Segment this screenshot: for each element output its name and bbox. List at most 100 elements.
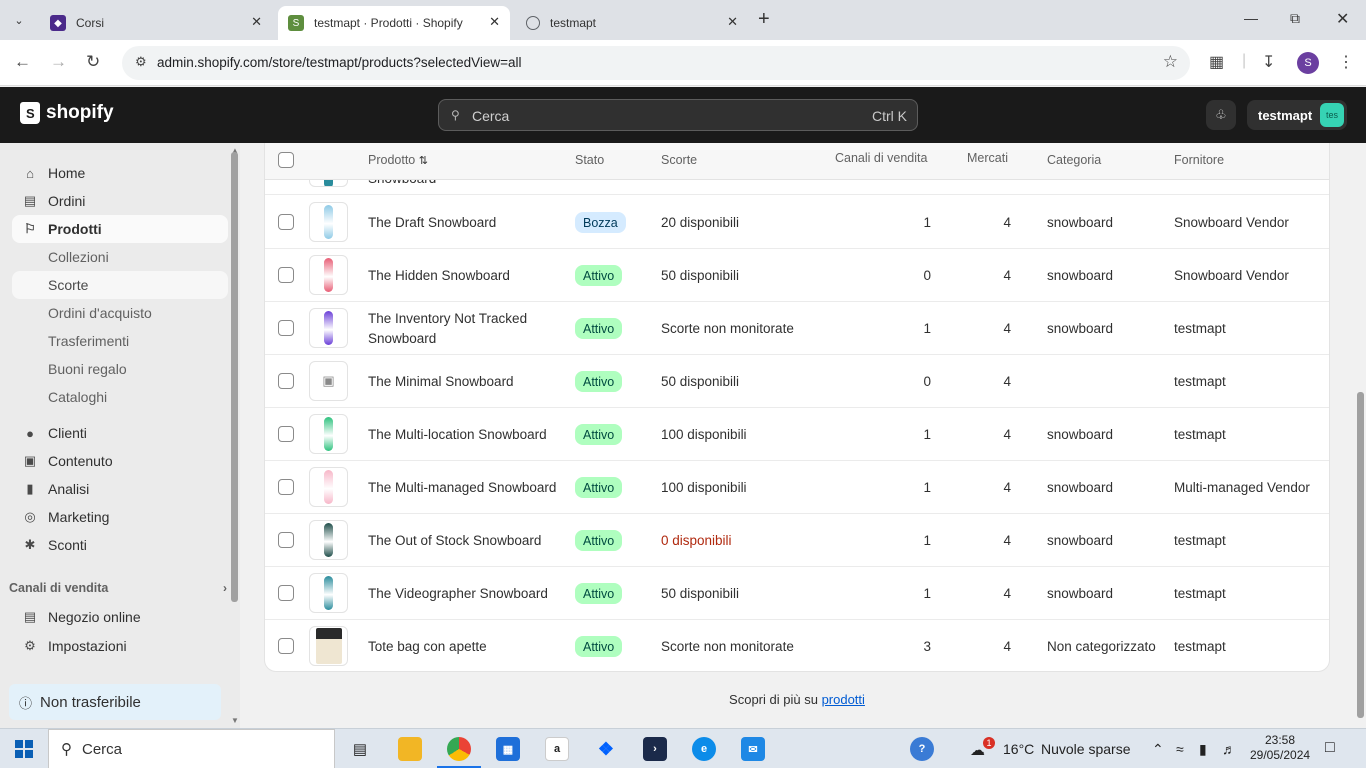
new-tab-icon[interactable]: +: [758, 9, 770, 29]
sidebar-item-transfers[interactable]: Trasferimenti: [12, 327, 228, 355]
sidebar-item-analytics[interactable]: ▮ Analisi: [12, 475, 228, 503]
product-thumbnail[interactable]: [309, 308, 348, 348]
row-checkbox[interactable]: [278, 638, 294, 654]
weather-description[interactable]: Nuvole sparse: [1041, 741, 1131, 757]
table-row[interactable]: The Draft Snowboard Bozza 20 disponibili 1 4…: [265, 196, 1329, 249]
notifications-bell-icon[interactable]: ♧: [1206, 100, 1236, 130]
sidebar-item-content[interactable]: ▣ Contenuto: [12, 447, 228, 475]
product-name[interactable]: The Minimal Snowboard: [368, 355, 558, 408]
battery-icon[interactable]: ▮: [1199, 741, 1207, 758]
shopify-logo[interactable]: shopify: [20, 102, 114, 124]
table-row[interactable]: ▣ The Minimal Snowboard Attivo 50 disponibi…: [265, 355, 1329, 408]
profile-avatar[interactable]: S: [1297, 52, 1319, 74]
column-header-status[interactable]: Stato: [575, 153, 604, 167]
product-name[interactable]: Tote bag con apette: [368, 620, 558, 671]
sidebar-item-customers[interactable]: ● Clienti: [12, 419, 228, 447]
task-view-icon[interactable]: ▤: [348, 737, 372, 761]
wifi-icon[interactable]: ≈: [1176, 741, 1184, 757]
product-thumbnail[interactable]: [309, 255, 348, 295]
product-thumbnail[interactable]: ▣: [309, 361, 348, 401]
window-close-icon[interactable]: ✕: [1336, 9, 1349, 29]
column-header-category[interactable]: Categoria: [1047, 153, 1101, 167]
product-name[interactable]: The Draft Snowboard: [368, 196, 558, 249]
close-icon[interactable]: ✕: [489, 14, 500, 30]
address-bar[interactable]: ⚙ admin.shopify.com/store/testmapt/produ…: [122, 46, 1190, 80]
sidebar-scrollbar[interactable]: [231, 152, 238, 602]
product-thumbnail[interactable]: [309, 573, 348, 613]
table-row[interactable]: The Multi-location Snowboard Attivo 100 di…: [265, 408, 1329, 461]
row-checkbox[interactable]: [278, 585, 294, 601]
select-all-checkbox[interactable]: [278, 152, 294, 168]
sidebar-item-inventory[interactable]: Scorte: [12, 271, 228, 299]
url-text[interactable]: admin.shopify.com/store/testmapt/product…: [157, 55, 522, 70]
products-help-link[interactable]: prodotti: [822, 692, 865, 707]
chrome-menu-icon[interactable]: ⋮: [1338, 52, 1354, 72]
sidebar-item-discounts[interactable]: ✱ Sconti: [12, 531, 228, 559]
bookmark-star-icon[interactable]: ☆: [1163, 52, 1178, 72]
sidebar-item-gift-cards[interactable]: Buoni regalo: [12, 355, 228, 383]
column-header-product[interactable]: Prodotto ⇅: [368, 153, 428, 167]
system-clock[interactable]: 23:58 29/05/2024: [1250, 733, 1310, 763]
product-name[interactable]: The Inventory Not Tracked Snowboard: [368, 302, 558, 355]
restore-icon[interactable]: ⧉: [1290, 10, 1300, 27]
table-row[interactable]: Tote bag con apette Attivo Scorte non moni…: [265, 620, 1329, 671]
sidebar-item-marketing[interactable]: ◎ Marketing: [12, 503, 228, 531]
amazon-icon[interactable]: a: [545, 737, 569, 761]
tab-corsi[interactable]: ◆ Corsi ✕: [40, 6, 272, 40]
windows-start-icon[interactable]: [15, 740, 33, 758]
extensions-icon[interactable]: ▦: [1209, 52, 1224, 72]
page-scrollbar[interactable]: [1357, 392, 1364, 718]
file-explorer-icon[interactable]: [398, 737, 422, 761]
product-name[interactable]: The Multi-location Snowboard: [368, 408, 558, 461]
back-arrow-icon[interactable]: ←: [14, 52, 31, 72]
row-checkbox[interactable]: [278, 532, 294, 548]
notifications-icon[interactable]: □: [1325, 739, 1335, 757]
row-checkbox[interactable]: [278, 426, 294, 442]
sidebar-item-catalogs[interactable]: Cataloghi: [12, 383, 228, 411]
product-name[interactable]: The Videographer Snowboard: [368, 567, 558, 620]
product-thumbnail[interactable]: [309, 202, 348, 242]
terminal-app-icon[interactable]: ›: [643, 737, 667, 761]
chrome-icon[interactable]: [447, 737, 471, 761]
search-input[interactable]: ⚲ Cerca Ctrl K: [438, 99, 918, 131]
product-thumbnail[interactable]: [309, 414, 348, 454]
product-name[interactable]: The Multi-managed Snowboard: [368, 461, 558, 514]
row-checkbox[interactable]: [278, 479, 294, 495]
tab-search-chevron-icon[interactable]: ⌄: [8, 9, 30, 31]
tab-testmapt[interactable]: testmapt ✕: [516, 6, 748, 40]
tab-shopify-products[interactable]: S testmapt · Prodotti · Shopify ✕: [278, 6, 510, 40]
column-header-inventory[interactable]: Scorte: [661, 153, 697, 167]
product-thumbnail[interactable]: [309, 520, 348, 560]
column-header-channels[interactable]: Canali di vendita: [835, 151, 927, 165]
product-thumbnail[interactable]: [309, 467, 348, 507]
sidebar-item-settings[interactable]: ⚙ Impostazioni: [12, 632, 228, 660]
sidebar-item-products[interactable]: ⚐ Prodotti: [12, 215, 228, 243]
tray-chevron-up-icon[interactable]: ⌃: [1152, 741, 1164, 758]
download-icon[interactable]: ↧: [1262, 52, 1275, 72]
forward-arrow-icon[interactable]: →: [50, 52, 67, 72]
minimize-icon[interactable]: —: [1244, 10, 1258, 26]
site-settings-icon[interactable]: ⚙: [135, 54, 147, 70]
sidebar-item-collections[interactable]: Collezioni: [12, 243, 228, 271]
store-menu-button[interactable]: testmapt tes: [1247, 100, 1347, 130]
weather-temperature[interactable]: 16°C: [1003, 741, 1034, 757]
non-transferable-notice[interactable]: ⓘ Non trasferibile: [9, 684, 221, 720]
dropbox-icon[interactable]: ❖: [594, 737, 618, 761]
edge-icon[interactable]: e: [692, 737, 716, 761]
help-icon[interactable]: ?: [910, 737, 934, 761]
table-row[interactable]: The Out of Stock Snowboard Attivo 0 dispon…: [265, 514, 1329, 567]
table-row[interactable]: The Videographer Snowboard Attivo 50 dispo…: [265, 567, 1329, 620]
row-checkbox[interactable]: [278, 320, 294, 336]
sidebar-item-orders[interactable]: ▤ Ordini: [12, 187, 228, 215]
sidebar-item-online-store[interactable]: ▤ Negozio online: [12, 603, 228, 631]
taskbar-search[interactable]: ⚲ Cerca: [48, 729, 335, 768]
column-header-markets[interactable]: Mercati: [967, 151, 1008, 165]
mail-icon[interactable]: ✉: [741, 737, 765, 761]
reload-icon[interactable]: ↻: [86, 52, 100, 72]
volume-icon[interactable]: ♬: [1222, 741, 1236, 757]
table-row[interactable]: The Multi-managed Snowboard Attivo 100 dis…: [265, 461, 1329, 514]
product-name[interactable]: The Hidden Snowboard: [368, 249, 558, 302]
table-row[interactable]: The Inventory Not Tracked Snowboard Attiv…: [265, 302, 1329, 355]
sales-channels-section[interactable]: Canali di vendita ›: [9, 581, 227, 595]
close-icon[interactable]: ✕: [251, 14, 262, 30]
